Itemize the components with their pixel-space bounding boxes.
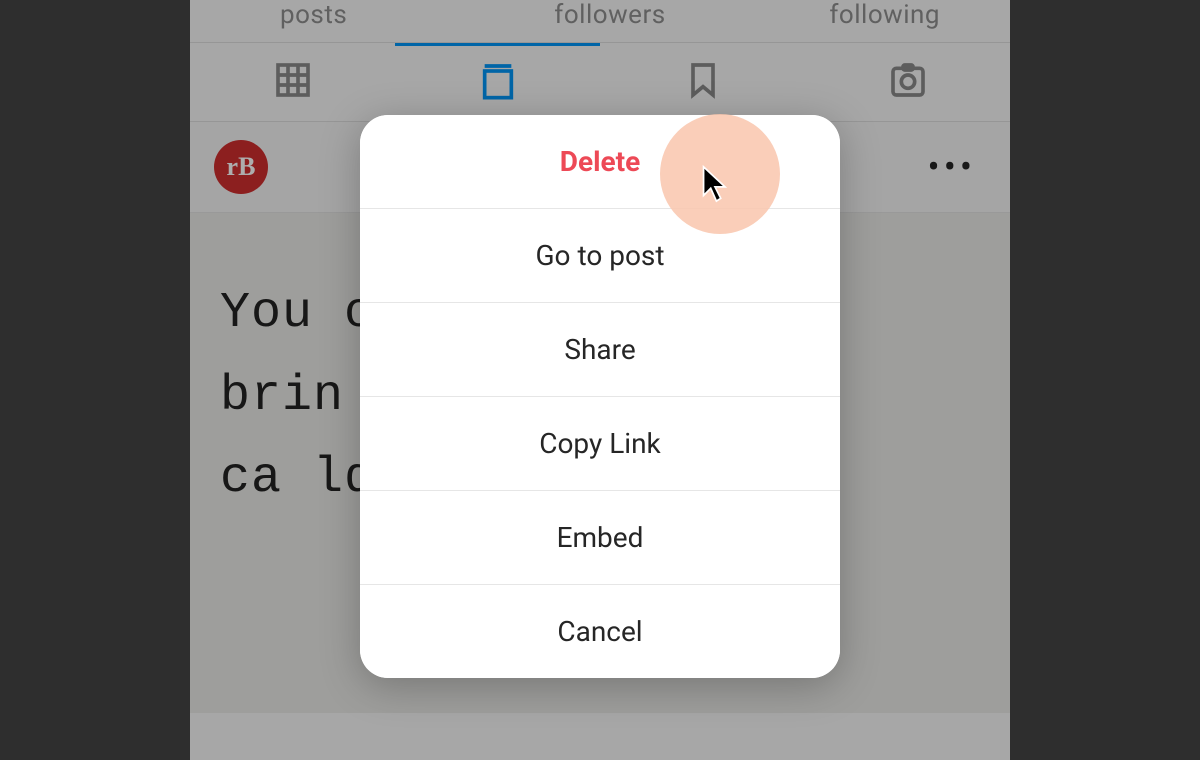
action-copy-link[interactable]: Copy Link <box>360 397 840 491</box>
profile-screen: posts followers following rB <box>190 0 1010 760</box>
action-share[interactable]: Share <box>360 303 840 397</box>
action-sheet: Delete Go to post Share Copy Link Embed … <box>360 115 840 678</box>
action-go-to-post[interactable]: Go to post <box>360 209 840 303</box>
action-embed[interactable]: Embed <box>360 491 840 585</box>
action-cancel[interactable]: Cancel <box>360 585 840 678</box>
action-delete[interactable]: Delete <box>360 115 840 209</box>
